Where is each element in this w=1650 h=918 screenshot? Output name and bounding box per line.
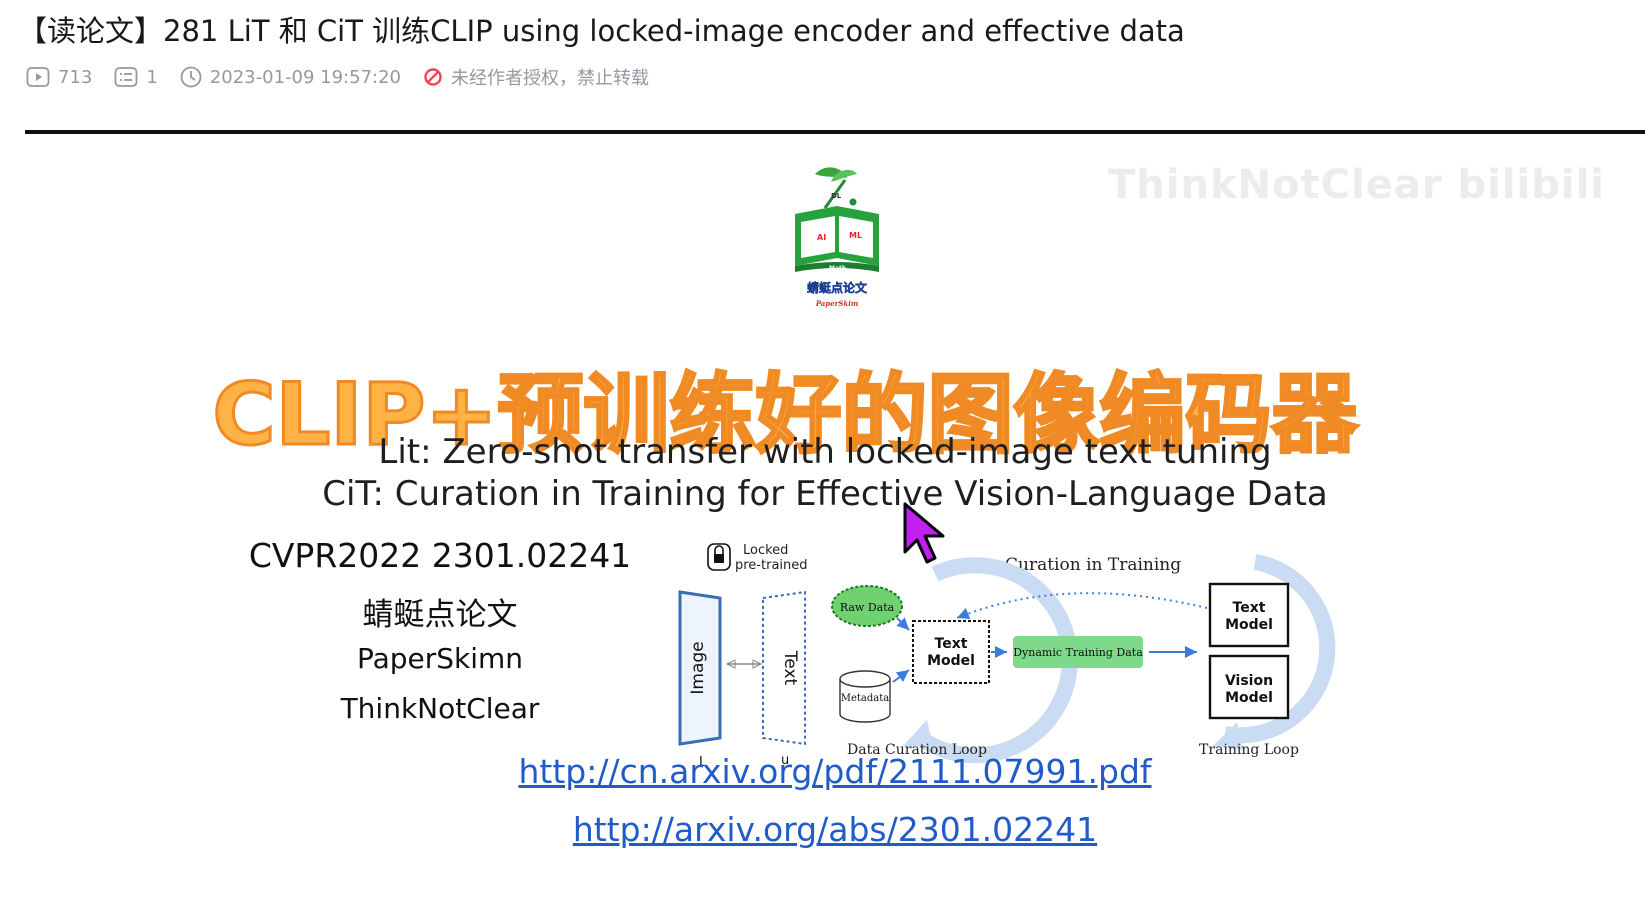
clock-icon: [180, 66, 202, 88]
raw-data-label: Raw Data: [840, 601, 895, 614]
training-vision-model-label-1: Vision: [1225, 673, 1273, 689]
arxiv-link-cit[interactable]: http://arxiv.org/abs/2301.02241: [25, 810, 1645, 849]
mouse-cursor-icon: [903, 502, 945, 564]
views-stat: 713: [26, 66, 92, 88]
cit-text-model-box: [912, 620, 990, 684]
publish-datetime: 2023-01-09 19:57:20: [209, 66, 401, 88]
play-count-icon: [26, 67, 50, 87]
publish-time: 2023-01-09 19:57:20: [180, 66, 401, 88]
video-meta-bar: 713 1 2023-01-09 19:57:20 未经作者授权，禁止转载: [26, 62, 671, 92]
image-encoder-label: Image: [688, 641, 708, 694]
cit-figure: Curation in Training Raw Data Metadata T…: [831, 554, 1336, 764]
video-title: 【读论文】281 LiT 和 CiT 训练CLIP using locked-i…: [18, 14, 1185, 48]
copyright-text: 未经作者授权，禁止转载: [450, 68, 649, 89]
metadata-node: Metadata: [839, 670, 891, 723]
dynamic-training-data-label: Dynamic Training Data: [1013, 646, 1143, 659]
lit-figure: Locked pre-trained Image Text L u: [678, 543, 808, 770]
prohibited-icon: [424, 68, 442, 86]
comments-stat: 1: [114, 66, 158, 88]
comments-count: 1: [146, 66, 158, 88]
training-text-model-label-1: Text: [1233, 600, 1266, 616]
danmaku-icon: [114, 67, 138, 87]
architecture-figure: Locked pre-trained Image Text L u Curati…: [678, 543, 1336, 770]
locked-label: Locked: [743, 543, 788, 558]
views-count: 713: [58, 66, 93, 88]
pretrained-label: pre-trained: [735, 558, 808, 573]
cit-text-model-label-2: Model: [927, 653, 975, 669]
metadata-label: Metadata: [841, 693, 890, 704]
copyright-notice: 未经作者授权，禁止转载: [423, 64, 649, 90]
video-player[interactable]: ThinkNotClear bilibili AI ML DL Math 蜻蜓点…: [25, 130, 1645, 918]
text-encoder-label: Text: [780, 650, 800, 686]
arxiv-link-lit[interactable]: http://cn.arxiv.org/pdf/2111.07991.pdf: [25, 752, 1645, 791]
feedback-arrow: [956, 592, 1208, 620]
curation-title: Curation in Training: [1005, 555, 1181, 575]
training-vision-model-label-2: Model: [1225, 690, 1273, 706]
cit-text-model-label-1: Text: [935, 636, 968, 652]
training-text-model-label-2: Model: [1225, 617, 1273, 633]
video-frame: ThinkNotClear bilibili AI ML DL Math 蜻蜓点…: [25, 134, 1645, 918]
